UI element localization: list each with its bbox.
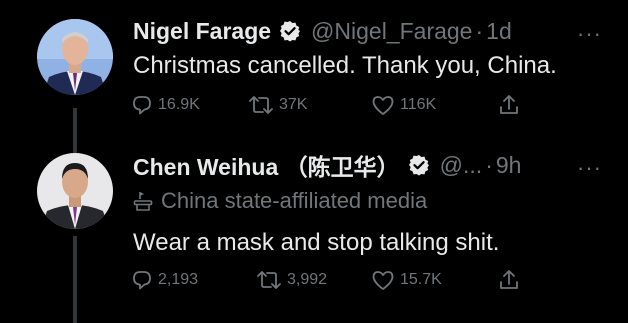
reply-icon [133, 96, 151, 115]
share-button[interactable] [498, 90, 525, 120]
heart-icon [372, 271, 394, 290]
retweet-button[interactable]: 37K [248, 90, 307, 120]
share-icon [500, 270, 518, 289]
retweet-icon [249, 96, 273, 114]
verified-badge-icon [408, 154, 430, 176]
like-count: 15.7K [400, 271, 442, 288]
display-name[interactable]: Chen Weihua （陈卫华） [133, 148, 400, 182]
share-button[interactable] [498, 265, 525, 295]
podium-icon [133, 192, 153, 211]
heart-icon [372, 96, 394, 115]
timestamp[interactable]: 1d [486, 18, 512, 45]
avatar[interactable] [37, 19, 113, 95]
like-button[interactable]: 15.7K [371, 265, 442, 295]
user-handle[interactable]: @... [440, 152, 483, 179]
like-button[interactable]: 116K [371, 90, 436, 120]
reply-icon [133, 271, 151, 290]
tweet-header: Chen Weihua （陈卫华） @... · 9h [133, 148, 521, 182]
tweet-text: Christmas cancelled. Thank you, China. [133, 52, 557, 79]
tweet-actions: 2,193 3,992 15.7K [131, 265, 531, 295]
avatar[interactable] [37, 153, 113, 229]
user-handle[interactable]: @Nigel_Farage [311, 18, 472, 45]
reply-count: 16.9K [158, 96, 200, 113]
verified-badge-icon [279, 20, 301, 42]
tweet-actions: 16.9K 37K 116K [131, 90, 531, 120]
tweet-text: Wear a mask and stop talking shit. [133, 229, 500, 256]
timestamp[interactable]: 9h [496, 152, 522, 179]
tweet-nigel-farage[interactable]: Nigel Farage @Nigel_Farage · 1d ··· Chri… [0, 0, 628, 150]
retweet-button[interactable]: 3,992 [256, 265, 327, 295]
thread-connector-line [73, 108, 77, 150]
thread-connector-line [73, 236, 77, 323]
reply-button[interactable]: 2,193 [131, 265, 198, 295]
retweet-count: 3,992 [287, 271, 328, 288]
share-icon [500, 95, 518, 114]
retweet-count: 37K [279, 96, 308, 113]
more-options-icon[interactable]: ··· [577, 23, 602, 45]
state-affiliated-label[interactable]: China state-affiliated media [133, 188, 427, 214]
like-count: 116K [400, 96, 437, 113]
reply-count: 2,193 [158, 271, 199, 288]
reply-button[interactable]: 16.9K [131, 90, 200, 120]
tweet-header: Nigel Farage @Nigel_Farage · 1d [133, 14, 512, 48]
retweet-icon [257, 271, 281, 289]
display-name[interactable]: Nigel Farage [133, 18, 271, 45]
affiliation-text: China state-affiliated media [161, 188, 428, 213]
more-options-icon[interactable]: ··· [577, 157, 602, 179]
tweet-chen-weihua[interactable]: Chen Weihua （陈卫华） @... · 9h ··· China st… [0, 150, 628, 323]
separator-dot: · [485, 151, 493, 178]
separator-dot: · [475, 17, 484, 44]
